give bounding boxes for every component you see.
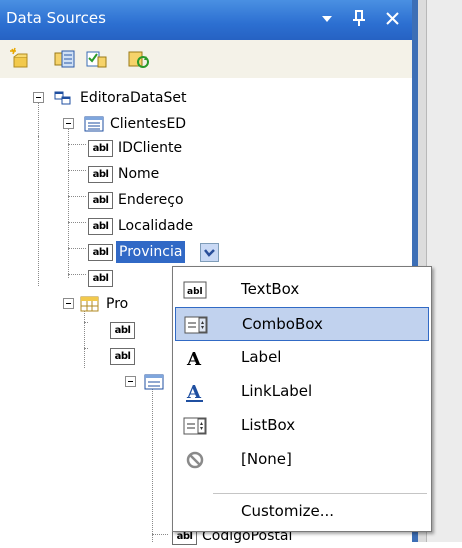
- collapse-icon[interactable]: [125, 376, 136, 387]
- pin-icon: [353, 10, 365, 26]
- textbox-field-icon: abl: [88, 270, 113, 287]
- label-icon: A: [183, 348, 205, 370]
- edit-dataset-designer-button[interactable]: [52, 47, 76, 71]
- menu-item-textbox[interactable]: abl TextBox: [175, 273, 429, 307]
- dataset-icon: [54, 91, 71, 105]
- tree-field-item[interactable]: abl: [0, 344, 180, 368]
- control-type-dropdown-button[interactable]: [200, 243, 219, 262]
- menu-item-combobox[interactable]: ComboBox: [175, 307, 429, 341]
- table-icon: [144, 374, 164, 390]
- field-label: IDCliente: [118, 140, 183, 156]
- panel-title: Data Sources: [6, 9, 106, 27]
- textbox-field-icon: abl: [88, 192, 113, 209]
- textbox-icon: abl: [183, 280, 207, 300]
- tree-node-root[interactable]: EditoraDataSet: [0, 86, 260, 110]
- edit-dataset-icon: [54, 50, 75, 68]
- table-icon: [84, 116, 104, 132]
- configure-dataset-wizard-button[interactable]: [84, 47, 108, 71]
- tree-label-root: EditoraDataSet: [80, 90, 187, 106]
- menu-item-label: Customize...: [241, 502, 335, 520]
- refresh-button[interactable]: [126, 47, 150, 71]
- menu-item-label: TextBox: [241, 280, 300, 298]
- menu-item-listbox[interactable]: ListBox: [175, 409, 429, 443]
- control-type-menu: abl TextBox ComboBox A Label A LinkLabel…: [172, 266, 432, 532]
- tree-node-table[interactable]: ClientesED: [0, 112, 260, 136]
- collapse-icon[interactable]: [63, 298, 74, 309]
- menu-item-label: ListBox: [241, 416, 296, 434]
- tree-field-item[interactable]: abl Nome: [0, 162, 300, 186]
- menu-item-label: ComboBox: [242, 315, 323, 333]
- svg-text:abl: abl: [187, 287, 203, 297]
- field-label: Endereço: [118, 192, 184, 208]
- collapse-icon[interactable]: [33, 92, 44, 103]
- panel-titlebar: Data Sources: [0, 0, 412, 40]
- add-new-data-source-button[interactable]: [8, 47, 32, 71]
- tree-field-item[interactable]: abl Endereço: [0, 188, 300, 212]
- tree-line: [152, 380, 153, 542]
- menu-item-label: LinkLabel: [241, 382, 313, 400]
- configure-dataset-icon: [86, 51, 107, 68]
- tree-label-table: ClientesED: [110, 116, 187, 132]
- menu-item-label: [None]: [241, 450, 292, 468]
- refresh-icon: [128, 51, 149, 68]
- field-label: Localidade: [118, 218, 194, 234]
- tree-field-item[interactable]: abl Localidade: [0, 214, 300, 238]
- textbox-field-icon: abl: [110, 322, 135, 339]
- linklabel-icon: A: [183, 382, 205, 403]
- tree-label-table: Pro: [106, 296, 129, 312]
- svg-text:A: A: [186, 382, 202, 402]
- menu-item-customize[interactable]: Customize...: [175, 495, 429, 529]
- menu-separator: [213, 493, 427, 494]
- autohide-pin-button[interactable]: [348, 6, 370, 30]
- collapse-icon[interactable]: [63, 118, 74, 129]
- field-label-selected: Provincia: [116, 241, 186, 263]
- none-icon: [183, 450, 205, 470]
- svg-text:A: A: [186, 349, 202, 368]
- textbox-field-icon: abl: [88, 244, 113, 261]
- combobox-icon: [184, 315, 208, 335]
- chevron-down-icon: [204, 249, 215, 257]
- menu-item-label: Label: [241, 348, 282, 366]
- textbox-field-icon: abl: [88, 166, 113, 183]
- menu-item-label-control[interactable]: A Label: [175, 341, 429, 375]
- tree-field-item-selected[interactable]: abl Provincia: [0, 240, 300, 264]
- add-new-data-source-icon: [10, 47, 28, 68]
- textbox-field-icon: abl: [88, 140, 113, 157]
- close-panel-button[interactable]: [382, 6, 404, 30]
- textbox-field-icon: abl: [88, 218, 113, 235]
- panel-toolbar: [0, 40, 412, 79]
- tree-node-table[interactable]: Pro: [0, 292, 180, 316]
- listbox-icon: [183, 416, 207, 436]
- tree-field-item[interactable]: abl: [0, 318, 180, 342]
- close-icon: [386, 12, 399, 25]
- tree-node-table[interactable]: [0, 370, 180, 394]
- chevron-down-icon: [322, 16, 332, 22]
- tree-field-item[interactable]: abl: [0, 266, 180, 290]
- tree-field-item[interactable]: abl IDCliente: [0, 136, 300, 160]
- menu-item-none[interactable]: [None]: [175, 443, 429, 477]
- window-position-dropdown-button[interactable]: [316, 6, 338, 30]
- textbox-field-icon: abl: [110, 348, 135, 365]
- menu-item-linklabel[interactable]: A LinkLabel: [175, 375, 429, 409]
- field-label: Nome: [118, 166, 160, 182]
- table-icon: [80, 296, 99, 312]
